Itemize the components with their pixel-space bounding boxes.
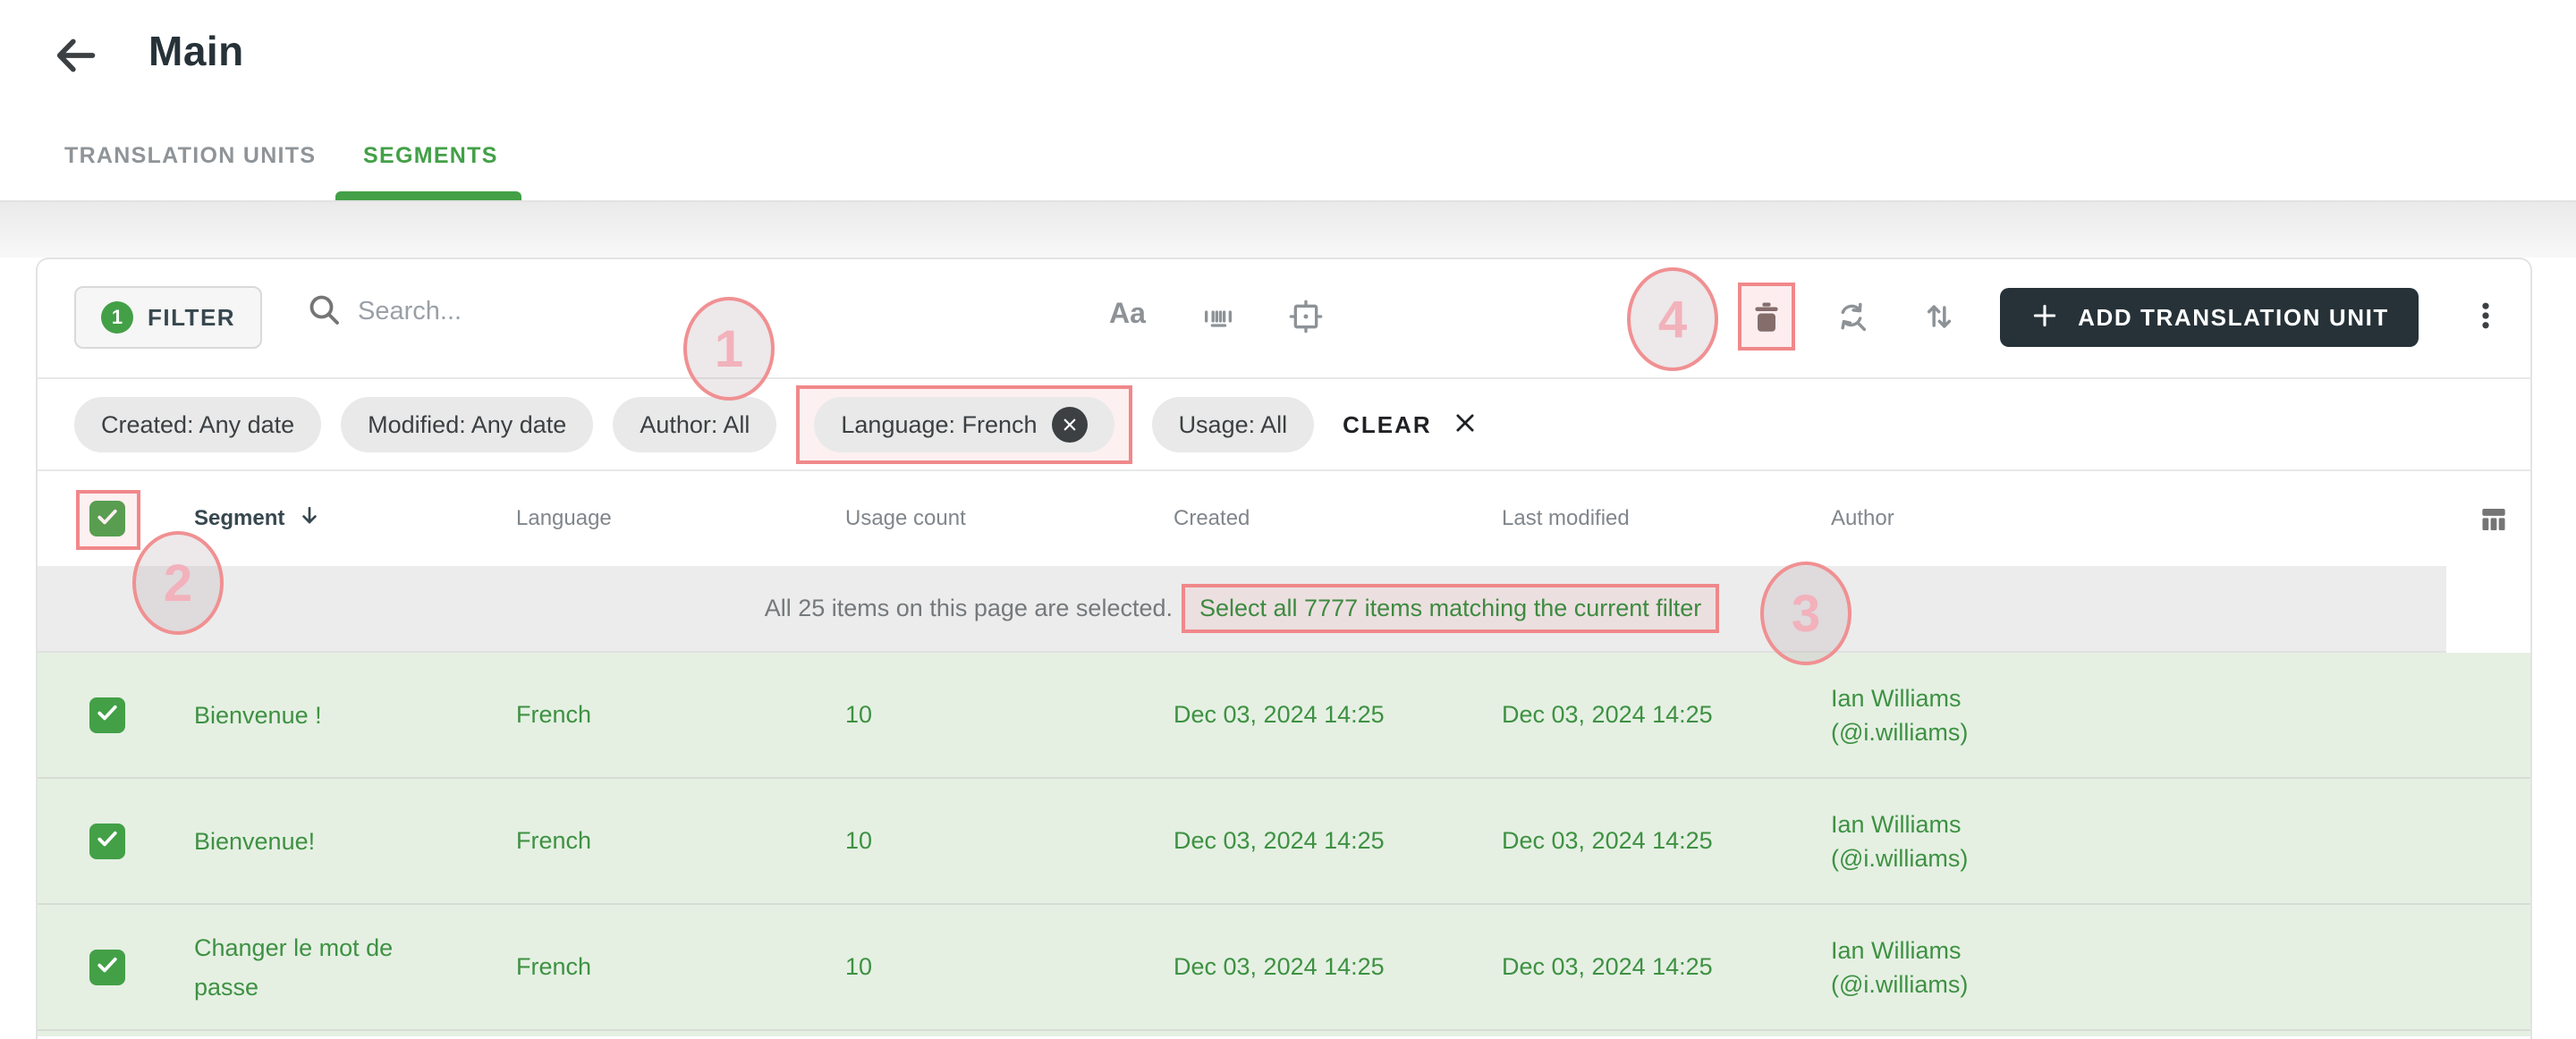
back-button[interactable]: [52, 32, 98, 79]
chip-modified[interactable]: Modified: Any date: [341, 397, 594, 452]
remove-language-filter-icon[interactable]: [1051, 407, 1088, 443]
clear-filters-label: CLEAR: [1343, 410, 1432, 438]
column-header-created[interactable]: Created: [1142, 506, 1470, 531]
column-header-last-modified[interactable]: Last modified: [1470, 506, 1800, 531]
annotation-number: 2: [163, 553, 193, 612]
language-cell: French: [516, 953, 592, 980]
segment-cell: Bienvenue !: [194, 701, 322, 729]
add-translation-unit-button[interactable]: ADD TRANSLATION UNIT: [2000, 288, 2419, 347]
filter-button-label: FILTER: [148, 303, 236, 331]
annotation-number: 4: [1657, 290, 1688, 349]
last-modified-cell: Dec 03, 2024 14:25: [1502, 701, 1713, 728]
table-row[interactable]: Changer le mot de passe French 10 Dec 03…: [38, 905, 2530, 1031]
toolbar: 1 FILTER Aa: [38, 259, 2530, 379]
clear-x-icon: [1453, 411, 1477, 439]
usage-count-cell: 10: [845, 953, 873, 980]
annotation-circle-1: 1: [683, 297, 775, 401]
select-all-matching-link[interactable]: Select all 7777 items matching the curre…: [1199, 595, 1701, 622]
clear-filters-button[interactable]: CLEAR: [1343, 411, 1477, 439]
table-header-row: Segment Language Usage count Created Las…: [38, 471, 2530, 566]
segment-cell: Changer le mot de passe: [194, 933, 394, 1001]
segments-page: Main TRANSLATION UNITS SEGMENTS 1 FILTER…: [0, 0, 2576, 1039]
column-header-segment[interactable]: Segment: [163, 503, 485, 535]
find-replace-icon[interactable]: [1834, 299, 1869, 334]
author-name: Ian Williams: [1831, 936, 1962, 964]
row-checkbox[interactable]: [89, 697, 125, 733]
checkmark-icon: [94, 951, 121, 983]
search-icon: [306, 291, 342, 332]
whole-word-icon[interactable]: [1200, 299, 1236, 334]
filter-button[interactable]: 1 FILTER: [74, 286, 263, 349]
author-handle: (@i.williams): [1831, 844, 1969, 872]
annotation-box-delete: [1738, 283, 1795, 351]
column-header-author[interactable]: Author: [1800, 506, 2448, 531]
chip-language-label: Language: French: [841, 410, 1038, 438]
filter-chips-row: Created: Any date Modified: Any date Aut…: [74, 381, 1477, 469]
annotation-box-select-all-link: Select all 7777 items matching the curre…: [1182, 584, 1720, 633]
author-name: Ian Williams: [1831, 810, 1962, 838]
last-modified-cell: Dec 03, 2024 14:25: [1502, 953, 1713, 980]
language-cell: French: [516, 827, 592, 854]
language-cell: French: [516, 701, 592, 728]
annotation-number: 3: [1791, 584, 1821, 643]
chip-usage-label: Usage: All: [1178, 410, 1288, 438]
filter-count-badge: 1: [101, 301, 133, 334]
segments-card: 1 FILTER Aa: [36, 258, 2532, 1039]
annotation-circle-4: 4: [1627, 267, 1718, 371]
selection-banner: All 25 items on this page are selected. …: [38, 566, 2446, 653]
segment-cell: Bienvenue!: [194, 827, 316, 855]
column-header-language[interactable]: Language: [485, 506, 814, 531]
author-handle: (@i.williams): [1831, 718, 1969, 746]
sort-icon[interactable]: [1921, 299, 1957, 334]
chip-created[interactable]: Created: Any date: [74, 397, 322, 452]
table-row[interactable]: Bienvenue ! French 10 Dec 03, 2024 14:25…: [38, 653, 2530, 779]
created-cell: Dec 03, 2024 14:25: [1174, 953, 1385, 980]
usage-count-cell: 10: [845, 827, 873, 854]
plus-icon: [2029, 300, 2060, 335]
annotation-circle-2: 2: [132, 531, 224, 635]
more-options-icon[interactable]: [2469, 299, 2504, 334]
last-modified-cell: Dec 03, 2024 14:25: [1502, 827, 1713, 854]
next-row-sliver: [38, 1031, 2530, 1036]
search-box: [306, 291, 733, 332]
chip-author[interactable]: Author: All: [613, 397, 777, 452]
annotation-box-language-chip: Language: French: [796, 385, 1132, 464]
row-checkbox[interactable]: [89, 949, 125, 985]
usage-count-cell: 10: [845, 701, 873, 728]
annotation-number: 1: [714, 319, 744, 378]
chip-modified-label: Modified: Any date: [368, 410, 567, 438]
chip-language[interactable]: Language: French: [814, 397, 1114, 452]
chip-created-label: Created: Any date: [101, 410, 295, 438]
tab-translation-units[interactable]: TRANSLATION UNITS: [64, 143, 316, 169]
chip-usage[interactable]: Usage: All: [1151, 397, 1315, 452]
column-header-segment-label: Segment: [194, 506, 285, 530]
match-case-icon[interactable]: Aa: [1109, 297, 1146, 330]
checkmark-icon: [94, 825, 121, 857]
sort-desc-icon: [297, 503, 322, 535]
created-cell: Dec 03, 2024 14:25: [1174, 827, 1385, 854]
tab-segments[interactable]: SEGMENTS: [363, 143, 498, 169]
annotation-box-select-all-checkbox: [76, 490, 140, 550]
page-band: [0, 202, 2576, 258]
page-title: Main: [148, 28, 244, 74]
selection-frame-icon[interactable]: [1288, 299, 1324, 334]
created-cell: Dec 03, 2024 14:25: [1174, 701, 1385, 728]
row-checkbox[interactable]: [89, 823, 125, 859]
add-translation-unit-label: ADD TRANSLATION UNIT: [2078, 303, 2389, 331]
author-handle: (@i.williams): [1831, 970, 1969, 998]
checkmark-icon: [94, 699, 121, 731]
author-name: Ian Williams: [1831, 684, 1962, 712]
table-row[interactable]: Bienvenue! French 10 Dec 03, 2024 14:25 …: [38, 779, 2530, 905]
chip-author-label: Author: All: [640, 410, 750, 438]
table-body: Bienvenue ! French 10 Dec 03, 2024 14:25…: [38, 653, 2530, 1036]
search-input[interactable]: [358, 297, 733, 326]
arrow-left-icon: [52, 38, 98, 82]
column-settings-icon[interactable]: [2477, 503, 2511, 536]
column-header-usage-count[interactable]: Usage count: [814, 506, 1142, 531]
selection-banner-text: All 25 items on this page are selected.: [764, 595, 1173, 621]
annotation-circle-3: 3: [1760, 562, 1852, 665]
